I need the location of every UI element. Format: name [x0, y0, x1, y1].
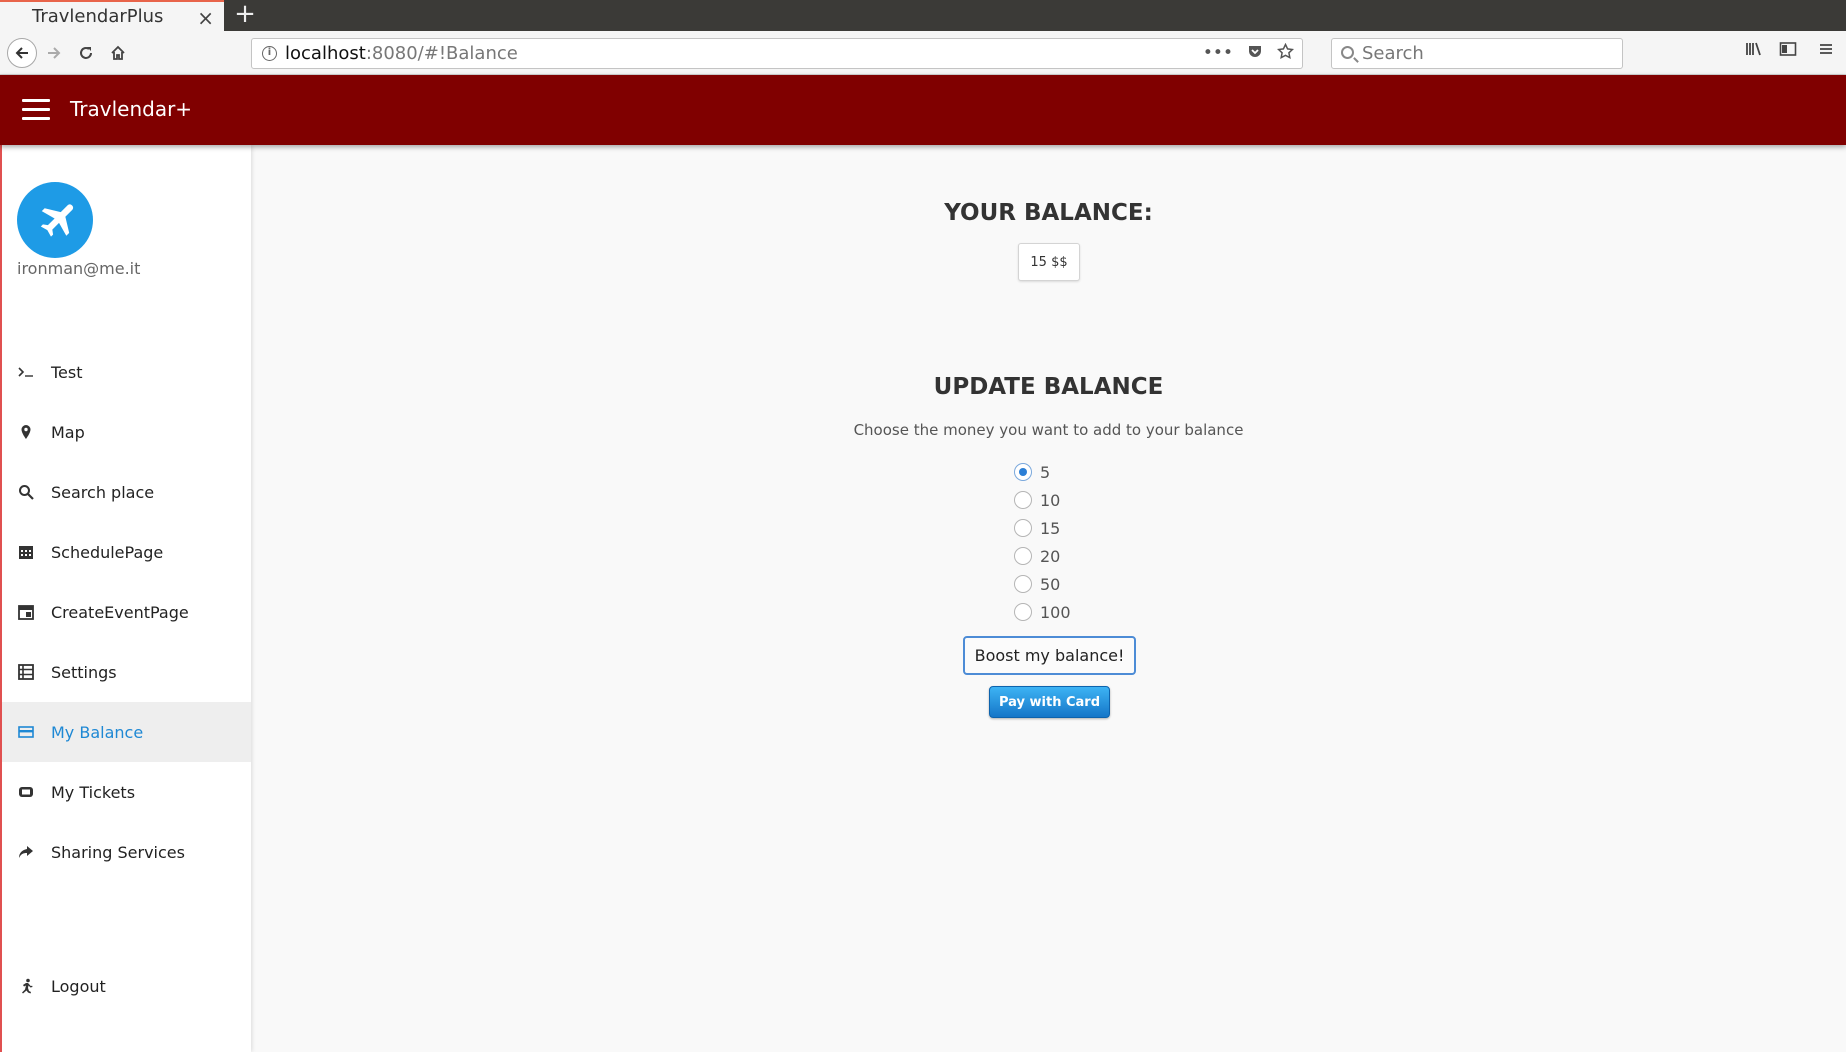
search-icon	[17, 483, 35, 501]
url-actions: •••	[1203, 42, 1295, 65]
sidebar-item-search-place[interactable]: Search place	[2, 462, 251, 522]
sidebar-item-my-balance[interactable]: My Balance	[2, 702, 251, 762]
back-button[interactable]	[7, 38, 37, 68]
hamburger-menu-icon[interactable]	[22, 99, 50, 121]
sidebar-item-label: Test	[51, 362, 83, 382]
reload-icon	[80, 47, 92, 59]
amount-label: 15	[1040, 518, 1061, 538]
sidebar-item-label: Search place	[51, 482, 155, 502]
airplane-icon	[40, 204, 74, 237]
tab-close-icon[interactable]: ×	[197, 6, 214, 30]
tab-title: TravlendarPlus	[32, 6, 164, 27]
browser-tabstrip: TravlendarPlus × +	[0, 0, 1846, 31]
arrow-left-icon	[15, 47, 28, 59]
sidebar-toggle-icon[interactable]	[1779, 41, 1797, 61]
app-title: Travlendar+	[70, 97, 193, 121]
search-icon	[1341, 46, 1354, 59]
library-icon[interactable]	[1745, 41, 1763, 61]
logout-button[interactable]: Logout	[2, 961, 251, 1011]
browser-search-bar[interactable]	[1331, 38, 1623, 69]
sidebar-item-test[interactable]: Test	[2, 342, 251, 402]
bookmark-star-icon[interactable]	[1276, 42, 1295, 65]
user-email: ironman@me.it	[17, 259, 141, 278]
reload-button[interactable]	[72, 39, 100, 67]
balance-value: 15 $$	[1018, 243, 1080, 281]
ticket-icon	[17, 783, 35, 801]
browser-tab[interactable]: TravlendarPlus ×	[0, 0, 224, 31]
sidebar-item-schedule-page[interactable]: SchedulePage	[2, 522, 251, 582]
browser-search-input[interactable]	[1362, 39, 1612, 68]
radio-button[interactable]	[1014, 463, 1032, 481]
update-balance-title: UPDATE BALANCE	[933, 374, 1164, 400]
info-icon[interactable]: i	[262, 46, 277, 61]
sidebar-item-create-event-page[interactable]: CreateEventPage	[2, 582, 251, 642]
url-bar[interactable]: i localhost:8080/#!Balance •••	[251, 38, 1303, 69]
radio-button[interactable]	[1014, 603, 1032, 621]
settings-list-icon	[17, 663, 35, 681]
sidebar-item-sharing-services[interactable]: Sharing Services	[2, 822, 251, 882]
amount-label: 20	[1040, 546, 1061, 566]
browser-navbar: i localhost:8080/#!Balance •••	[0, 31, 1846, 75]
radio-button[interactable]	[1014, 575, 1032, 593]
sidebar-item-label: CreateEventPage	[51, 602, 189, 622]
home-icon	[111, 45, 125, 60]
amount-label: 50	[1040, 574, 1061, 594]
credit-card-icon	[17, 723, 35, 741]
boost-balance-button[interactable]: Boost my balance!	[963, 636, 1136, 675]
terminal-icon	[17, 363, 35, 381]
amount-radio-group: 5 10 15 20 50 100	[1014, 458, 1071, 626]
new-tab-button[interactable]: +	[233, 0, 257, 31]
sidebar-item-label: My Balance	[51, 722, 144, 742]
amount-option-5[interactable]: 5	[1014, 458, 1071, 486]
url-text[interactable]: localhost:8080/#!Balance	[285, 43, 518, 64]
sidebar-menu: Test Map Search place SchedulePage Creat…	[2, 342, 251, 882]
sidebar-item-label: Sharing Services	[51, 842, 185, 862]
amount-option-15[interactable]: 15	[1014, 514, 1071, 542]
radio-button[interactable]	[1014, 491, 1032, 509]
radio-button[interactable]	[1014, 547, 1032, 565]
running-person-icon	[17, 977, 35, 995]
update-instructions: Choose the money you want to add to your…	[853, 421, 1244, 439]
calendar-add-icon	[17, 603, 35, 621]
share-icon	[17, 843, 35, 861]
amount-option-50[interactable]: 50	[1014, 570, 1071, 598]
amount-label: 100	[1040, 602, 1071, 622]
home-button[interactable]	[104, 39, 132, 67]
amount-option-20[interactable]: 20	[1014, 542, 1071, 570]
amount-option-100[interactable]: 100	[1014, 598, 1071, 626]
balance-title: YOUR BALANCE:	[944, 200, 1153, 226]
avatar	[17, 182, 93, 258]
map-pin-icon	[17, 423, 35, 441]
logout-label: Logout	[51, 976, 106, 996]
main-content: YOUR BALANCE: 15 $$ UPDATE BALANCE Choos…	[251, 145, 1846, 1052]
pocket-icon[interactable]	[1247, 43, 1263, 65]
url-path: :8080/#!Balance	[365, 43, 518, 64]
amount-label: 10	[1040, 490, 1061, 510]
sidebar-item-map[interactable]: Map	[2, 402, 251, 462]
calendar-icon	[17, 543, 35, 561]
sidebar-item-settings[interactable]: Settings	[2, 642, 251, 702]
amount-label: 5	[1040, 462, 1051, 482]
radio-button[interactable]	[1014, 519, 1032, 537]
app-header: Travlendar+	[0, 75, 1846, 145]
sidebar-item-label: My Tickets	[51, 782, 136, 802]
forward-button[interactable]	[40, 39, 68, 67]
pay-with-card-button[interactable]: Pay with Card	[989, 686, 1110, 718]
url-host: localhost	[285, 43, 366, 64]
sidebar-item-label: Map	[51, 422, 85, 442]
amount-option-10[interactable]: 10	[1014, 486, 1071, 514]
sidebar-item-label: Settings	[51, 662, 117, 682]
sidebar: ironman@me.it Test Map Search place Sche…	[0, 145, 251, 1052]
arrow-right-icon	[48, 47, 61, 59]
sidebar-item-my-tickets[interactable]: My Tickets	[2, 762, 251, 822]
sidebar-item-label: SchedulePage	[51, 542, 164, 562]
browser-menu-icon[interactable]	[1818, 41, 1834, 61]
page-actions-icon[interactable]: •••	[1203, 43, 1233, 65]
